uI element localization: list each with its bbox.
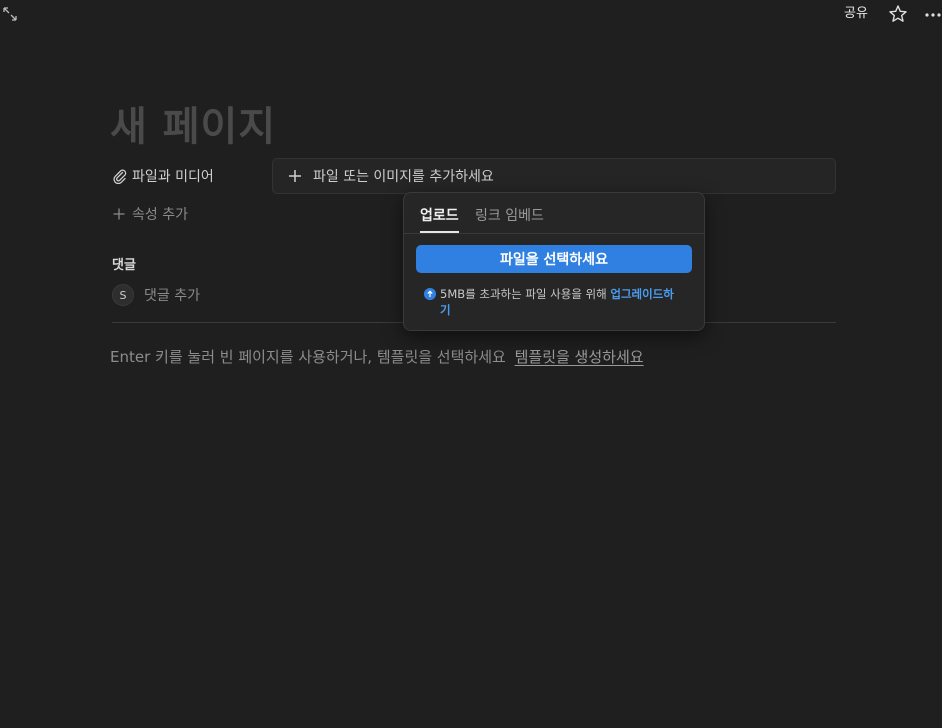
add-comment-row[interactable]: S 댓글 추가 [112, 284, 200, 306]
hint-text: Enter 키를 눌러 빈 페이지를 사용하거나, 템플릿을 선택하세요 [110, 348, 506, 366]
tab-embed-link[interactable]: 링크 임베드 [475, 205, 544, 225]
upload-popover: 업로드 링크 임베드 파일을 선택하세요 5MB를 초과하는 파일 사용을 위해… [403, 192, 705, 331]
popover-tabs: 업로드 링크 임베드 [404, 193, 704, 234]
star-icon[interactable] [888, 4, 908, 24]
avatar: S [112, 284, 134, 306]
property-label: 파일과 미디어 [132, 169, 214, 185]
more-icon[interactable] [924, 4, 942, 24]
upgrade-note: 5MB를 초과하는 파일 사용을 위해 업그레이드하기 [424, 286, 684, 318]
plus-icon [289, 170, 301, 182]
add-comment-label: 댓글 추가 [144, 288, 200, 304]
add-property-button[interactable]: 속성 추가 [112, 204, 188, 224]
choose-file-button[interactable]: 파일을 선택하세요 [416, 245, 692, 273]
share-button[interactable]: 공유 [844, 4, 868, 24]
tab-upload[interactable]: 업로드 [420, 205, 459, 233]
add-file-placeholder: 파일 또는 이미지를 추가하세요 [313, 169, 494, 185]
add-property-label: 속성 추가 [132, 207, 188, 223]
upgrade-note-text: 5MB를 초과하는 파일 사용을 위해 [440, 287, 611, 301]
expand-icon[interactable] [3, 7, 17, 21]
property-files-media[interactable]: 파일과 미디어 [112, 166, 214, 186]
create-template-link[interactable]: 템플릿을 생성하세요 [515, 348, 644, 366]
page-title[interactable]: 새 페이지 [110, 100, 276, 154]
plus-icon [113, 208, 125, 220]
comments-heading: 댓글 [112, 258, 136, 273]
top-bar: 공유 [0, 0, 942, 30]
add-file-field[interactable]: 파일 또는 이미지를 추가하세요 [272, 158, 836, 194]
empty-page-hint: Enter 키를 눌러 빈 페이지를 사용하거나, 템플릿을 선택하세요 템플릿… [110, 346, 644, 367]
paperclip-icon [113, 169, 127, 184]
upgrade-info-icon [424, 288, 436, 300]
